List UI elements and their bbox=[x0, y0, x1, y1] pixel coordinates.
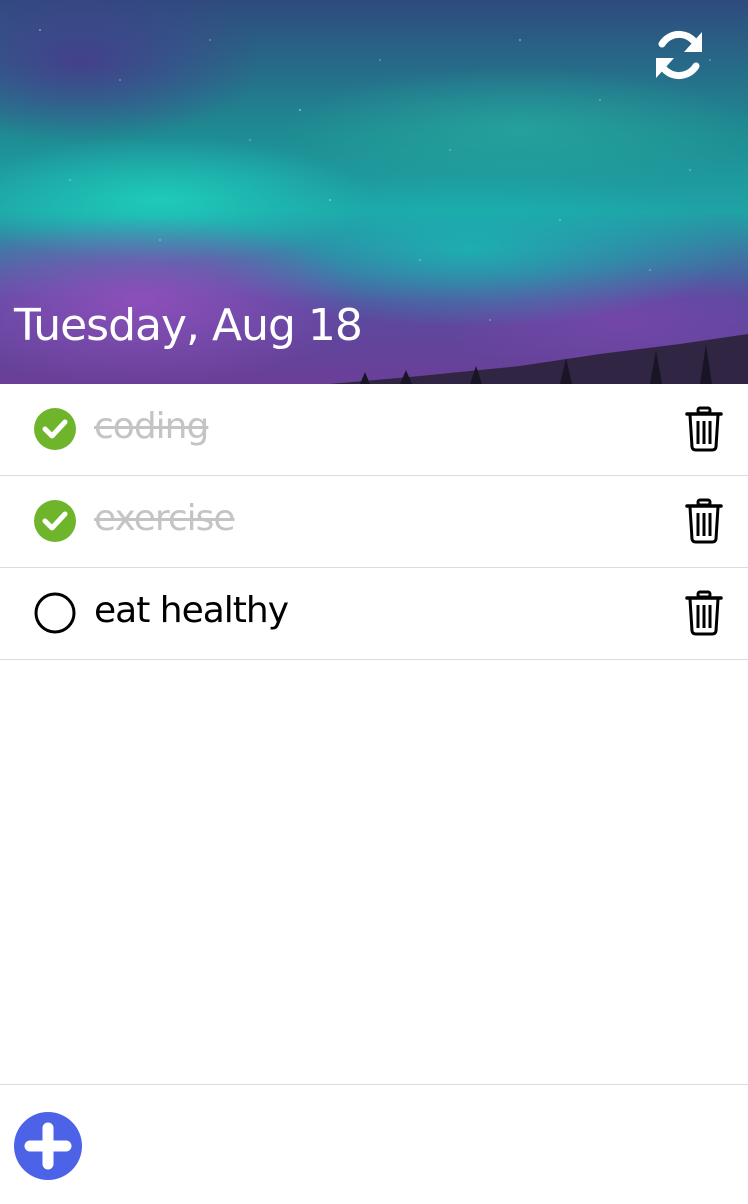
task-label: exercise bbox=[94, 498, 236, 539]
trash-icon bbox=[685, 498, 723, 544]
task-toggle-button[interactable] bbox=[34, 592, 76, 634]
empty-circle-icon bbox=[34, 592, 76, 634]
task-toggle-button[interactable] bbox=[34, 408, 76, 450]
task-list: coding exercise eat healthy bbox=[0, 384, 748, 660]
plus-circle-icon bbox=[14, 1112, 82, 1180]
task-label: eat healthy bbox=[94, 590, 289, 631]
sync-button[interactable] bbox=[650, 26, 708, 84]
delete-task-button[interactable] bbox=[684, 406, 724, 452]
task-row: coding bbox=[0, 384, 748, 476]
trash-icon bbox=[685, 590, 723, 636]
check-circle-icon bbox=[34, 500, 76, 542]
current-date: Tuesday, Aug 18 bbox=[14, 300, 363, 351]
delete-task-button[interactable] bbox=[684, 590, 724, 636]
task-toggle-button[interactable] bbox=[34, 500, 76, 542]
delete-task-button[interactable] bbox=[684, 498, 724, 544]
sync-icon bbox=[656, 30, 702, 80]
task-label: coding bbox=[94, 406, 209, 447]
add-task-button[interactable] bbox=[14, 1112, 82, 1180]
task-row: exercise bbox=[0, 476, 748, 568]
bottom-bar bbox=[0, 1084, 748, 1204]
task-row: eat healthy bbox=[0, 568, 748, 660]
check-circle-icon bbox=[34, 408, 76, 450]
todo-app: Tuesday, Aug 18 coding exercise eat heal… bbox=[0, 0, 748, 1204]
trash-icon bbox=[685, 406, 723, 452]
header-banner: Tuesday, Aug 18 bbox=[0, 0, 748, 384]
